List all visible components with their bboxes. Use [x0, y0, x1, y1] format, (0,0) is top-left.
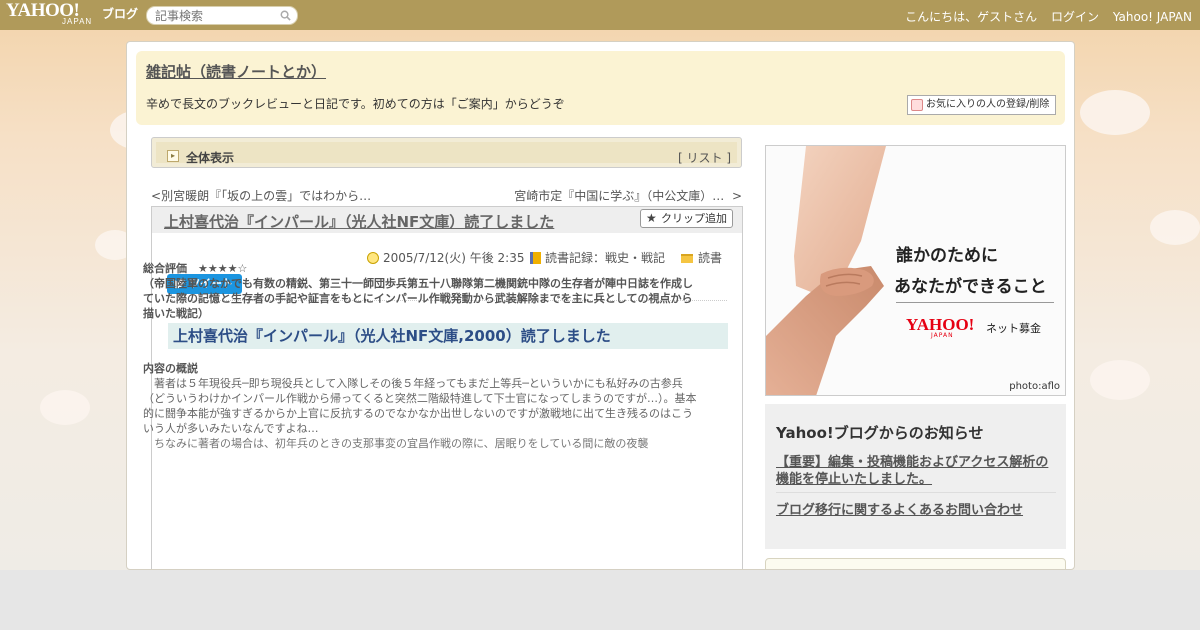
- blog-title[interactable]: 雑記帖（読書ノートとか）: [146, 61, 326, 82]
- notice-link-important[interactable]: 【重要】編集・投稿機能およびアクセス解析の機能を停止いたしました。: [776, 454, 1061, 488]
- show-all-label[interactable]: 全体表示: [186, 149, 234, 166]
- clock-icon: [367, 252, 379, 264]
- favorite-register-label: お気に入りの人の登録/削除: [926, 99, 1050, 110]
- show-all-bar: ▸ 全体表示 [ リスト ]: [151, 137, 742, 168]
- arrow-right-icon: ▸: [167, 150, 179, 162]
- article-header: 上村喜代治『インパール』（光人社NF文庫）読了しました ★ クリップ追加: [152, 207, 742, 233]
- search-input[interactable]: [155, 8, 279, 23]
- rating-line: 総合評価 ★★★★☆: [143, 262, 248, 275]
- article-category-link[interactable]: 読書記録：戦史・戦記: [545, 251, 665, 265]
- summary-paragraph: （帝国陸軍のなかでも有数の精鋭、第三十一師団歩兵第五十八聯隊第二機関銃中隊の生存…: [143, 277, 693, 320]
- next-article-link[interactable]: 宮崎市定『中国に学ぶ』（中公文庫）…: [514, 189, 724, 203]
- search-icon[interactable]: [280, 10, 291, 21]
- photo-credit: photo:aflo: [1009, 381, 1060, 392]
- favorite-register-button[interactable]: お気に入りの人の登録/削除: [907, 95, 1056, 115]
- notice-box: Yahoo!ブログからのお知らせ 【重要】編集・投稿機能およびアクセス解析の機能…: [765, 404, 1066, 549]
- continued-paragraph: ちなみに著者の場合は、初年兵のときの支那事変の宜昌作戦の際に、居眠りをしている間…: [143, 437, 649, 450]
- outline-heading: 内容の概説: [143, 362, 198, 375]
- article-date-link[interactable]: 2005/7/12(火) 午後 2:35: [383, 251, 524, 265]
- search-box: [146, 6, 298, 25]
- prev-article-nav: <別宮暖朗『「坂の上の雲」ではわから…: [151, 187, 371, 204]
- handshake-photo: [766, 146, 1065, 395]
- article-category: 読書記録：戦史・戦記: [530, 249, 665, 266]
- blog-container: 雑記帖（読書ノートとか） 辛めで長文のブックレビューと日記です。初めての方は「ご…: [126, 41, 1075, 570]
- heart-icon: [911, 99, 923, 111]
- article-folder: 読書: [681, 249, 722, 266]
- content-heading: 上村喜代治『インパール』（光人社NF文庫,2000）読了しました: [168, 323, 728, 349]
- greeting-text: こんにちは、ゲストさん: [905, 10, 1038, 24]
- list-link[interactable]: リスト: [686, 151, 722, 165]
- top-bar: YAHOO! JAPAN ブログ こんにちは、ゲストさん ログイン Yahoo!…: [0, 0, 1200, 30]
- notice-title: Yahoo!ブログからのお知らせ: [776, 424, 984, 442]
- blog-description: 辛めで長文のブックレビューと日記です。初めての方は「ご案内」からどうぞ: [146, 97, 565, 111]
- prev-mark: <: [151, 189, 162, 203]
- next-article-nav: 宮崎市定『中国に学ぶ』（中公文庫）… >: [514, 187, 742, 204]
- article-title[interactable]: 上村喜代治『インパール』（光人社NF文庫）読了しました: [164, 211, 554, 232]
- article-folder-link[interactable]: 読書: [698, 251, 722, 265]
- ad-copy-line1: 誰かのために: [896, 246, 998, 266]
- notice-divider: [776, 492, 1056, 493]
- prev-article-link[interactable]: 別宮暖朗『「坂の上の雲」ではわから…: [161, 189, 371, 203]
- show-all-inner: ▸ 全体表示 [ リスト ]: [156, 142, 737, 166]
- cloud-decoration: [1080, 90, 1150, 135]
- clip-add-label: クリップ追加: [661, 212, 727, 225]
- page-footer-area: [0, 570, 1200, 630]
- user-nav: こんにちは、ゲストさん ログイン Yahoo! JAPAN: [905, 8, 1192, 25]
- outline-paragraph: 著者は５年現役兵─即ち現役兵として入隊しその後５年経ってもまだ上等兵─といういか…: [143, 377, 697, 435]
- ad-service-name: ネット募金: [986, 322, 1041, 335]
- folder-icon: [681, 254, 693, 263]
- ad-divider: [896, 302, 1054, 303]
- cloud-decoration: [1150, 210, 1200, 245]
- login-link[interactable]: ログイン: [1051, 10, 1099, 24]
- ad-copy-line2: あなたができること: [894, 277, 1047, 297]
- blog-header: 雑記帖（読書ノートとか） 辛めで長文のブックレビューと日記です。初めての方は「ご…: [136, 51, 1065, 125]
- list-link-wrap: [ リスト ]: [678, 149, 731, 166]
- blog-service-label[interactable]: ブログ: [102, 5, 138, 22]
- ad-yahoo-logo-sub: JAPAN: [931, 332, 954, 339]
- cloud-decoration: [1090, 360, 1150, 400]
- clip-add-button[interactable]: ★ クリップ追加: [640, 209, 733, 228]
- bracket-close: ]: [722, 151, 731, 165]
- article-date: 2005/7/12(火) 午後 2:35: [367, 249, 524, 266]
- notice-link-faq[interactable]: ブログ移行に関するよくあるお問い合わせ: [776, 499, 1023, 518]
- yahoo-japan-link[interactable]: Yahoo! JAPAN: [1113, 10, 1192, 24]
- sidebar-box: [765, 558, 1066, 569]
- star-icon: ★: [646, 211, 657, 225]
- yahoo-logo-sub: JAPAN: [62, 17, 93, 26]
- next-mark: >: [731, 189, 742, 203]
- cloud-decoration: [40, 390, 90, 425]
- book-icon: [530, 252, 541, 264]
- donation-ad-banner[interactable]: 誰かのために あなたができること YAHOO! JAPAN ネット募金 phot…: [765, 145, 1066, 396]
